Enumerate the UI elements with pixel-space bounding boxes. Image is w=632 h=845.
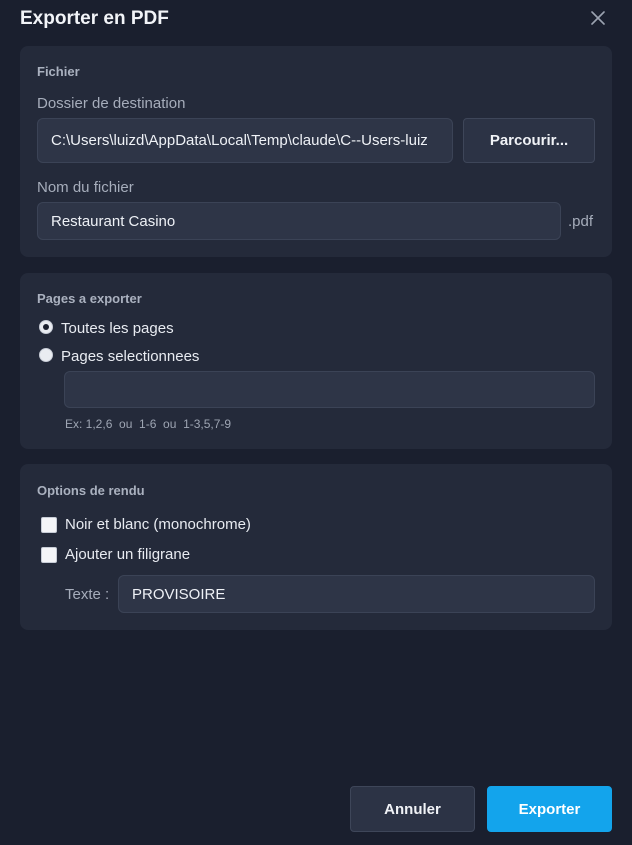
radio-selected-dot [43, 324, 49, 330]
dialog-title: Exporter en PDF [20, 8, 169, 29]
render-section-heading: Options de rendu [37, 483, 145, 498]
filename-input[interactable] [37, 202, 561, 240]
watermark-label: Ajouter un filigrane [65, 546, 191, 563]
monochrome-checkbox[interactable] [41, 517, 57, 533]
export-button[interactable]: Exporter [487, 786, 612, 832]
file-section-heading: Fichier [37, 64, 80, 79]
filename-label: Nom du fichier [37, 179, 134, 196]
selected-pages-label: Pages selectionnees [61, 348, 200, 365]
close-icon [591, 11, 605, 25]
pages-section-heading: Pages a exporter [37, 291, 142, 306]
watermark-text-label: Texte : [65, 586, 110, 603]
all-pages-label: Toutes les pages [61, 320, 174, 337]
folder-path-input[interactable] [37, 118, 453, 163]
file-section: Fichier Dossier de destination Parcourir… [20, 46, 612, 257]
pages-section: Pages a exporter Toutes les pages Pages … [20, 273, 612, 449]
watermark-checkbox[interactable] [41, 547, 57, 563]
folder-label: Dossier de destination [37, 95, 186, 112]
monochrome-label: Noir et blanc (monochrome) [65, 516, 251, 533]
selected-pages-radio[interactable] [39, 348, 53, 362]
close-button[interactable] [588, 8, 608, 28]
render-section: Options de rendu Noir et blanc (monochro… [20, 464, 612, 630]
page-range-input[interactable] [64, 371, 595, 408]
all-pages-radio[interactable] [39, 320, 53, 334]
browse-button[interactable]: Parcourir... [463, 118, 595, 163]
file-extension-label: .pdf [568, 213, 594, 230]
page-range-hint: Ex: 1,2,6 ou 1-6 ou 1-3,5,7-9 [65, 417, 232, 431]
watermark-text-input[interactable] [118, 575, 595, 613]
cancel-button[interactable]: Annuler [350, 786, 475, 832]
